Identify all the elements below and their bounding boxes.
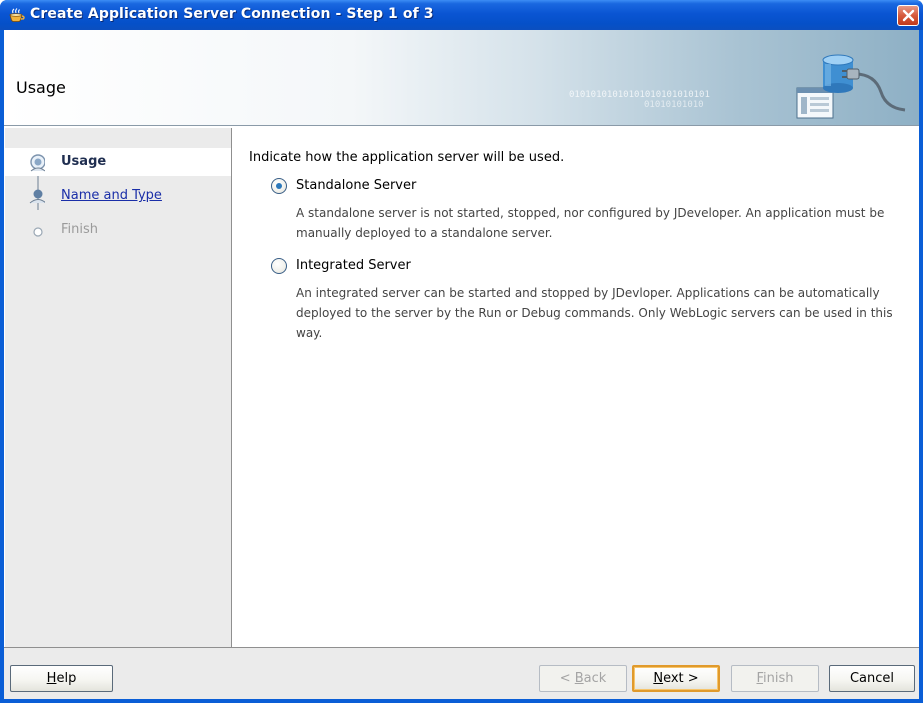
future-step-icon — [33, 227, 43, 237]
step-usage-label: Usage — [61, 154, 107, 169]
wizard-header: Usage 01010101010101010101010101 0101010… — [4, 30, 919, 126]
next-button[interactable]: Next > — [632, 665, 720, 692]
back-mnemonic: B — [574, 671, 584, 686]
standalone-server-radio[interactable] — [271, 178, 287, 194]
wizard-content: Indicate how the application server will… — [233, 128, 919, 647]
wizard-steps-panel: Usage Name and Type Finish — [5, 128, 232, 647]
step-name-and-type-label[interactable]: Name and Type — [61, 188, 162, 203]
help-button[interactable]: Help — [10, 665, 113, 692]
cancel-button[interactable]: Cancel — [829, 665, 915, 692]
step-usage[interactable]: Usage — [5, 148, 231, 176]
back-label-prefix: < — [559, 671, 575, 686]
back-button[interactable]: < Back — [539, 665, 627, 692]
header-binary-decoration-2: 01010101010 — [644, 100, 704, 110]
help-mnemonic: H — [46, 671, 57, 686]
page-title: Usage — [16, 78, 66, 97]
integrated-server-label[interactable]: Integrated Server — [296, 258, 411, 273]
next-label-rest: ext > — [663, 671, 699, 686]
title-bar[interactable]: Create Application Server Connection - S… — [0, 0, 923, 30]
dialog-client-area: Usage 01010101010101010101010101 0101010… — [4, 30, 919, 699]
back-label-rest: ack — [583, 671, 607, 686]
button-bar: Help < Back Next > Finish Cancel — [4, 647, 919, 699]
standalone-server-label[interactable]: Standalone Server — [296, 178, 416, 193]
standalone-server-description: A standalone server is not started, stop… — [296, 206, 885, 240]
close-icon — [902, 9, 915, 22]
help-label-rest: elp — [56, 671, 77, 686]
server-connection-icon — [796, 54, 906, 119]
next-mnemonic: N — [653, 671, 664, 686]
window-title: Create Application Server Connection - S… — [30, 6, 434, 22]
step-name-and-type[interactable]: Name and Type — [5, 182, 231, 210]
jdeveloper-cup-icon — [9, 8, 25, 22]
current-step-icon — [30, 154, 45, 172]
visited-step-icon — [29, 189, 45, 204]
step-finish-label: Finish — [61, 222, 99, 237]
close-button[interactable] — [897, 5, 919, 26]
integrated-server-description: An integrated server can be started and … — [296, 286, 893, 340]
header-binary-decoration: 01010101010101010101010101 — [569, 90, 710, 100]
dialog-window: Create Application Server Connection - S… — [0, 0, 923, 703]
finish-label-rest: inish — [763, 671, 794, 686]
integrated-server-radio[interactable] — [271, 258, 287, 274]
instruction-text: Indicate how the application server will… — [249, 150, 565, 165]
step-finish: Finish — [5, 216, 231, 244]
finish-button[interactable]: Finish — [731, 665, 819, 692]
